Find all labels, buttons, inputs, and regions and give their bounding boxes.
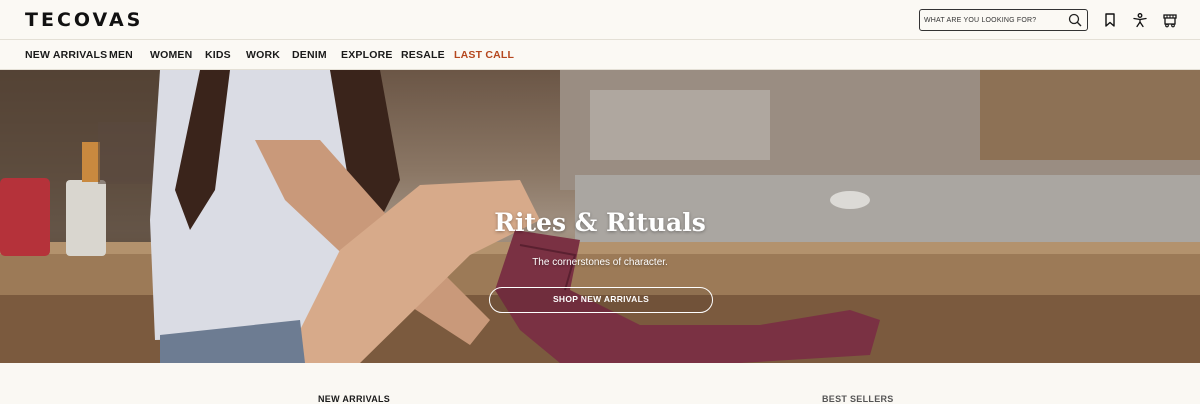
nav-resale[interactable]: RESALE [401,49,445,61]
search-input[interactable] [924,12,1064,28]
brand-logo[interactable]: TECOVAS [25,9,143,31]
hero-banner[interactable]: Rites & Rituals The cornerstones of char… [0,70,1200,363]
hero-title: Rites & Rituals [494,208,706,237]
nav-last-call[interactable]: LAST CALL [454,49,514,61]
nav-women[interactable]: WOMEN [150,49,192,61]
nav-denim[interactable]: DENIM [292,49,327,61]
search-box[interactable] [919,9,1088,31]
cart-icon[interactable] [1162,12,1178,28]
nav-new-arrivals[interactable]: NEW ARRIVALS [25,49,107,61]
nav-kids[interactable]: KIDS [205,49,231,61]
main-nav: NEW ARRIVALS MEN WOMEN KIDS WORK DENIM E… [0,40,1200,70]
nav-explore[interactable]: EXPLORE [341,49,393,61]
bookmark-icon[interactable] [1102,12,1118,28]
search-icon[interactable] [1068,13,1082,27]
nav-men[interactable]: MEN [109,49,133,61]
top-header: TECOVAS [0,0,1200,40]
nav-work[interactable]: WORK [246,49,280,61]
hero-subtitle: The cornerstones of character. [532,257,668,268]
account-icon[interactable] [1132,12,1148,28]
section-new-arrivals[interactable]: NEW ARRIVALS [318,394,390,404]
section-best-sellers[interactable]: BEST SELLERS [822,394,894,404]
section-headings: NEW ARRIVALS BEST SELLERS [0,363,1200,404]
shop-new-arrivals-button[interactable]: SHOP NEW ARRIVALS [489,287,713,313]
